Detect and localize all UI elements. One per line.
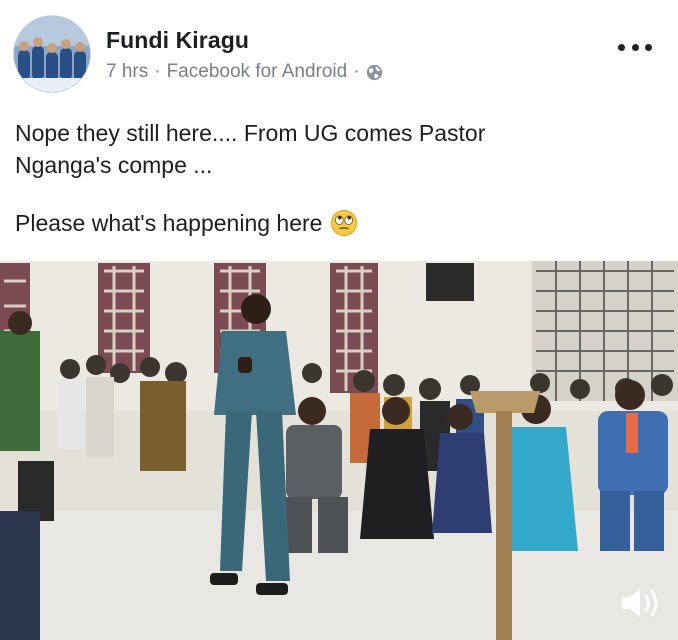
- rolling-eyes-emoji: [331, 209, 358, 237]
- post-text-line-2[interactable]: Nganga's compe ...: [15, 152, 212, 178]
- post-text-line-1: Nope they still here.... From UG comes P…: [15, 120, 486, 146]
- avatar[interactable]: [14, 16, 90, 92]
- post-source: Facebook for Android: [166, 61, 348, 82]
- author-name[interactable]: Fundi Kiragu: [106, 27, 249, 54]
- volume-icon[interactable]: [618, 584, 664, 622]
- caption-text: Please what's happening here: [15, 210, 323, 236]
- meta-separator: ·: [353, 61, 360, 82]
- video-player[interactable]: [0, 261, 678, 640]
- more-options-button[interactable]: [618, 36, 652, 58]
- more-options-icon: [618, 43, 625, 51]
- post-meta: 7 hrs · Facebook for Android ·: [106, 61, 383, 83]
- avatar-image: [14, 16, 90, 92]
- post-time[interactable]: 7 hrs: [106, 61, 148, 83]
- video-frame: [0, 261, 678, 640]
- meta-separator: ·: [154, 61, 161, 82]
- post-header: Fundi Kiragu 7 hrs · Facebook for Androi…: [0, 0, 678, 100]
- post-caption: Please what's happening here: [15, 207, 358, 239]
- post-text: Nope they still here.... From UG comes P…: [15, 117, 655, 181]
- globe-icon: [366, 64, 382, 80]
